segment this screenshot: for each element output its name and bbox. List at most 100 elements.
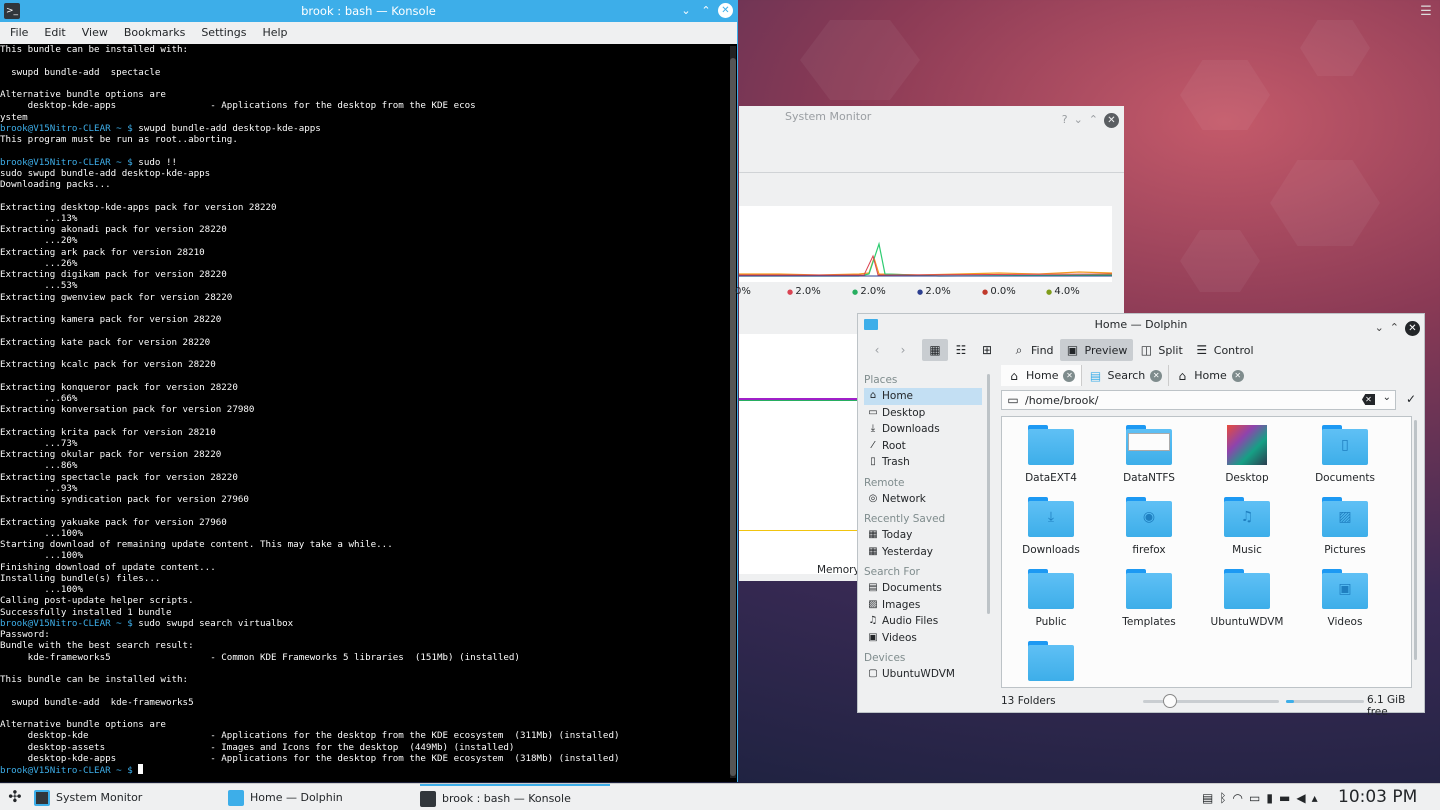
- file-view-scrollbar[interactable]: [1414, 420, 1417, 660]
- terminal-text: desktop-kde - Applications for the deskt…: [0, 730, 620, 742]
- file-item[interactable]: ◉ firefox: [1100, 493, 1198, 561]
- places-item-images[interactable]: ▨ Images: [864, 597, 982, 614]
- bluetooth-icon[interactable]: ᛒ: [1219, 791, 1226, 805]
- places-item-documents[interactable]: ▤ Documents: [864, 580, 982, 597]
- desktop-toolbox-icon[interactable]: ☰: [1418, 4, 1434, 20]
- terminal-text: Extracting digikam pack for version 2822…: [0, 269, 227, 280]
- places-item-videos[interactable]: ▣ Videos: [864, 630, 982, 647]
- places-item-desktop[interactable]: ▭ Desktop: [864, 405, 982, 422]
- expand-tray-icon[interactable]: ▴: [1312, 791, 1318, 805]
- file-view[interactable]: DataEXT4 DataNTFS Desktop ▯ Documents ⤓ Downlo…: [1001, 416, 1412, 688]
- clear-icon[interactable]: ✕: [1362, 394, 1375, 405]
- dolphin-window[interactable]: Home — Dolphin ⌄ ⌃ ✕ ‹ › ▦ ☷ ⊞ ⌕ Find ▣ Pr…: [857, 313, 1425, 718]
- battery-icon[interactable]: ▭: [1249, 791, 1260, 805]
- places-item-trash[interactable]: ▯ Trash: [864, 454, 982, 471]
- minimize-icon[interactable]: ⌄: [1074, 109, 1083, 131]
- back-button[interactable]: ‹: [864, 339, 890, 361]
- menu-view[interactable]: View: [74, 22, 116, 44]
- zoom-slider-handle[interactable]: [1163, 694, 1178, 708]
- close-icon[interactable]: ✕: [718, 3, 733, 18]
- terminal-output[interactable]: This bundle can be installed with: swupd…: [0, 44, 730, 780]
- places-item-network[interactable]: ◎ Network: [864, 491, 982, 508]
- file-item[interactable]: ⤓ Downloads: [1002, 493, 1100, 561]
- close-tab-icon[interactable]: ✕: [1231, 369, 1244, 382]
- close-tab-icon[interactable]: ✕: [1063, 369, 1076, 382]
- task-dolphin[interactable]: Home — Dolphin: [228, 784, 408, 810]
- places-item-today[interactable]: ▦ Today: [864, 527, 982, 544]
- menu-edit[interactable]: Edit: [36, 22, 73, 44]
- application-launcher-icon[interactable]: ✣: [6, 787, 24, 807]
- file-item[interactable]: UbuntuWDVM: [1198, 565, 1296, 633]
- menu-settings[interactable]: Settings: [193, 22, 254, 44]
- places-item-label: Home: [882, 390, 914, 402]
- places-item-ubuntuwdvm[interactable]: ▢ UbuntuWDVM: [864, 666, 982, 683]
- file-item[interactable]: [1002, 637, 1100, 687]
- tab-search[interactable]: ▤ Search ✕: [1082, 365, 1170, 386]
- konsole-icon[interactable]: >_: [4, 3, 20, 19]
- file-item[interactable]: ▣ Videos: [1296, 565, 1394, 633]
- file-item[interactable]: Desktop: [1198, 421, 1296, 489]
- find-button[interactable]: ⌕ Find: [1006, 339, 1060, 361]
- file-item[interactable]: ▨ Pictures: [1296, 493, 1394, 561]
- terminal-scrollbar-thumb[interactable]: [730, 58, 736, 776]
- places-item-root[interactable]: ⁄ Root: [864, 438, 982, 455]
- file-item[interactable]: DataNTFS: [1100, 421, 1198, 489]
- folder-icon[interactable]: [864, 319, 878, 330]
- shell-prompt: brook@V15Nitro-CLEAR ~ $: [0, 765, 139, 776]
- system-monitor-titlebar[interactable]: System Monitor ? ⌄ ⌃ ✕: [739, 106, 1124, 128]
- task-konsole[interactable]: brook : bash — Konsole: [420, 784, 610, 810]
- file-item[interactable]: DataEXT4: [1002, 421, 1100, 489]
- close-icon[interactable]: ✕: [1405, 320, 1420, 336]
- icons-view-button[interactable]: ▦: [922, 339, 948, 361]
- split-button[interactable]: ◫ Split: [1133, 339, 1188, 361]
- menu-file[interactable]: File: [2, 22, 36, 44]
- konsole-titlebar[interactable]: >_ brook : bash — Konsole ⌄ ⌃ ✕: [0, 0, 737, 22]
- task-system-monitor[interactable]: System Monitor: [34, 784, 214, 810]
- close-tab-icon[interactable]: ✕: [1150, 369, 1163, 382]
- file-item[interactable]: Public: [1002, 565, 1100, 633]
- volume-icon[interactable]: ◀: [1296, 791, 1305, 805]
- wifi-icon[interactable]: ◠: [1233, 791, 1243, 805]
- terminal-text: Extracting desktop-kde-apps pack for ver…: [0, 201, 277, 213]
- minimize-icon[interactable]: ⌄: [1375, 317, 1384, 339]
- help-icon[interactable]: ?: [1062, 109, 1068, 131]
- file-item[interactable]: ▯ Documents: [1296, 421, 1394, 489]
- tab-home-2[interactable]: ⌂ Home ✕: [1169, 365, 1249, 386]
- places-item-home[interactable]: ⌂ Home: [864, 388, 982, 405]
- menu-help[interactable]: Help: [254, 22, 295, 44]
- lock-icon[interactable]: ▮: [1266, 791, 1273, 805]
- clipboard-icon[interactable]: ▤: [1202, 791, 1213, 805]
- file-item[interactable]: Templates: [1100, 565, 1198, 633]
- graph-line: [739, 400, 859, 401]
- chevron-down-icon[interactable]: ⌄: [1383, 392, 1391, 403]
- forward-button[interactable]: ›: [890, 339, 916, 361]
- control-button[interactable]: ☰ Control: [1189, 339, 1260, 361]
- confirm-check-icon[interactable]: ✓: [1406, 392, 1416, 406]
- close-icon[interactable]: ✕: [1104, 112, 1119, 128]
- dolphin-titlebar[interactable]: Home — Dolphin ⌄ ⌃ ✕: [858, 314, 1424, 336]
- tab-home[interactable]: ⌂ Home ✕: [1001, 365, 1083, 386]
- wallpaper-hexagon: [1180, 60, 1270, 130]
- file-name: DataEXT4: [1025, 472, 1077, 484]
- file-item[interactable]: ♫ Music: [1198, 493, 1296, 561]
- zoom-slider[interactable]: [1143, 694, 1279, 708]
- places-item-yesterday[interactable]: ▦ Yesterday: [864, 544, 982, 561]
- terminal-line: swupd bundle-add kde-frameworks5: [0, 697, 730, 708]
- details-view-button[interactable]: ⊞: [974, 339, 1000, 361]
- menu-bookmarks[interactable]: Bookmarks: [116, 22, 193, 44]
- maximize-icon[interactable]: ⌃: [1089, 109, 1098, 131]
- clock[interactable]: 10:03 PM: [1338, 787, 1417, 807]
- system-monitor-icon: [34, 789, 50, 806]
- places-item-downloads[interactable]: ⤓ Downloads: [864, 421, 982, 438]
- konsole-window[interactable]: >_ brook : bash — Konsole ⌄ ⌃ ✕ File Edi…: [0, 0, 738, 782]
- minimize-icon[interactable]: ⌄: [678, 2, 694, 20]
- places-item-audio-files[interactable]: ♫ Audio Files: [864, 613, 982, 630]
- maximize-icon[interactable]: ⌃: [1390, 317, 1399, 339]
- disk-icon[interactable]: ▬: [1279, 791, 1290, 805]
- location-bar[interactable]: ▭ /home/brook/ ✕ ⌄: [1001, 390, 1396, 410]
- compact-view-button[interactable]: ☷: [948, 339, 974, 361]
- places-scrollbar[interactable]: [987, 374, 990, 614]
- maximize-icon[interactable]: ⌃: [698, 2, 714, 20]
- preview-button[interactable]: ▣ Preview: [1059, 339, 1134, 361]
